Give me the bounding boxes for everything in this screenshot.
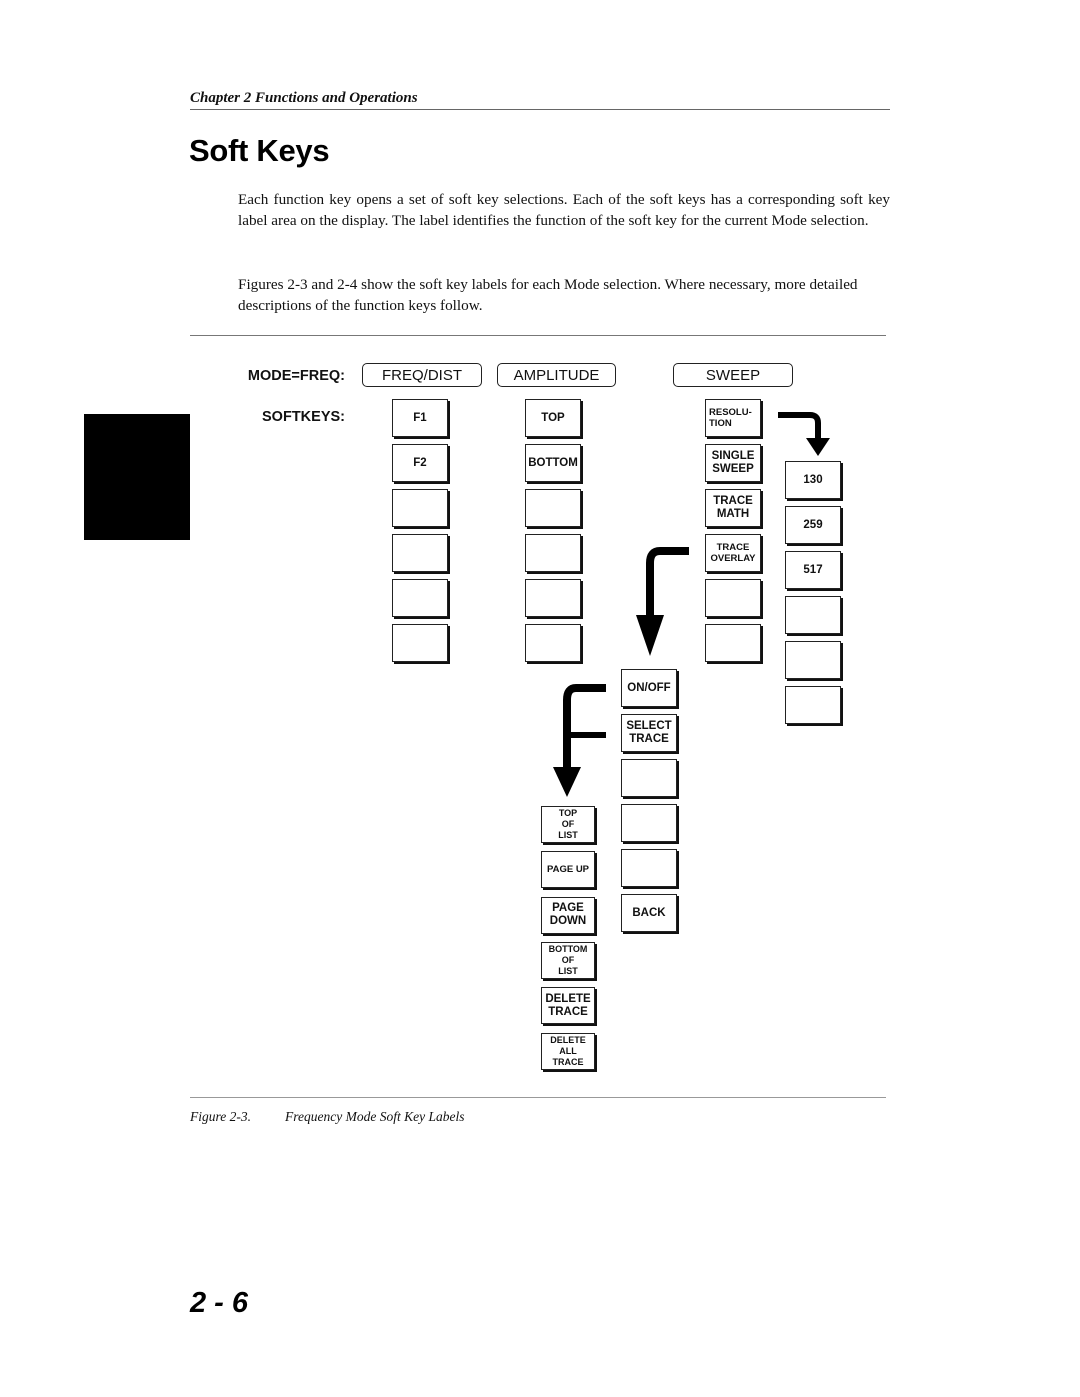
softkey-sweep-6: [705, 624, 761, 662]
softkey-select-trace-option-3: PAGE DOWN: [541, 896, 595, 934]
softkey-trace-overlay-option-4: [621, 804, 677, 842]
softkey-amplitude-5: [525, 579, 581, 617]
softkey-freq-dist-5: [392, 579, 448, 617]
softkey-trace-overlay-option-5: [621, 849, 677, 887]
softkey-sweep-1: RESOLU- TION: [705, 399, 761, 437]
softkey-trace-overlay-option-2: SELECT TRACE: [621, 714, 677, 752]
softkey-select-trace-option-6: DELETE ALL TRACE: [541, 1032, 595, 1070]
page-number: 2 - 6: [190, 1287, 249, 1319]
softkey-sweep-4: TRACE OVERLAY: [705, 534, 761, 572]
softkey-amplitude-6: [525, 624, 581, 662]
softkey-freq-dist-1: F1: [392, 399, 448, 437]
figure-caption-text: Frequency Mode Soft Key Labels: [285, 1109, 465, 1124]
figure-divider: [190, 1097, 886, 1098]
arrow-trace-overlay-to-onoff: [636, 547, 689, 656]
softkey-select-trace-option-5: DELETE TRACE: [541, 987, 595, 1025]
figure-caption: Figure 2-3. Frequency Mode Soft Key Label…: [190, 1109, 464, 1125]
softkey-amplitude-1: TOP: [525, 399, 581, 437]
softkey-amplitude-4: [525, 534, 581, 572]
softkey-resolution-value-5: [785, 641, 841, 679]
softkey-freq-dist-4: [392, 534, 448, 572]
softkey-select-trace-option-4: BOTTOM OF LIST: [541, 941, 595, 979]
softkey-select-trace-option-2: PAGE UP: [541, 851, 595, 889]
softkey-resolution-value-2: 259: [785, 506, 841, 544]
softkey-amplitude-2: BOTTOM: [525, 444, 581, 482]
softkey-amplitude-3: [525, 489, 581, 527]
softkey-resolution-value-3: 517: [785, 551, 841, 589]
softkey-freq-dist-2: F2: [392, 444, 448, 482]
softkey-resolution-value-1: 130: [785, 461, 841, 499]
arrow-select-trace-to-list: [553, 684, 606, 797]
softkey-freq-dist-6: [392, 624, 448, 662]
softkey-sweep-5: [705, 579, 761, 617]
softkey-select-trace-option-1: TOP OF LIST: [541, 806, 595, 843]
softkey-sweep-3: TRACE MATH: [705, 489, 761, 527]
softkey-trace-overlay-option-1: ON/OFF: [621, 669, 677, 707]
softkey-resolution-value-6: [785, 686, 841, 724]
softkey-trace-overlay-option-3: [621, 759, 677, 797]
flow-arrows: [553, 412, 830, 797]
softkey-resolution-value-4: [785, 596, 841, 634]
softkey-trace-overlay-option-6: BACK: [621, 894, 677, 932]
arrow-resolution-to-values: [778, 412, 830, 456]
figure-caption-number: Figure 2-3.: [190, 1109, 251, 1124]
softkey-sweep-2: SINGLE SWEEP: [705, 444, 761, 482]
softkey-freq-dist-3: [392, 489, 448, 527]
